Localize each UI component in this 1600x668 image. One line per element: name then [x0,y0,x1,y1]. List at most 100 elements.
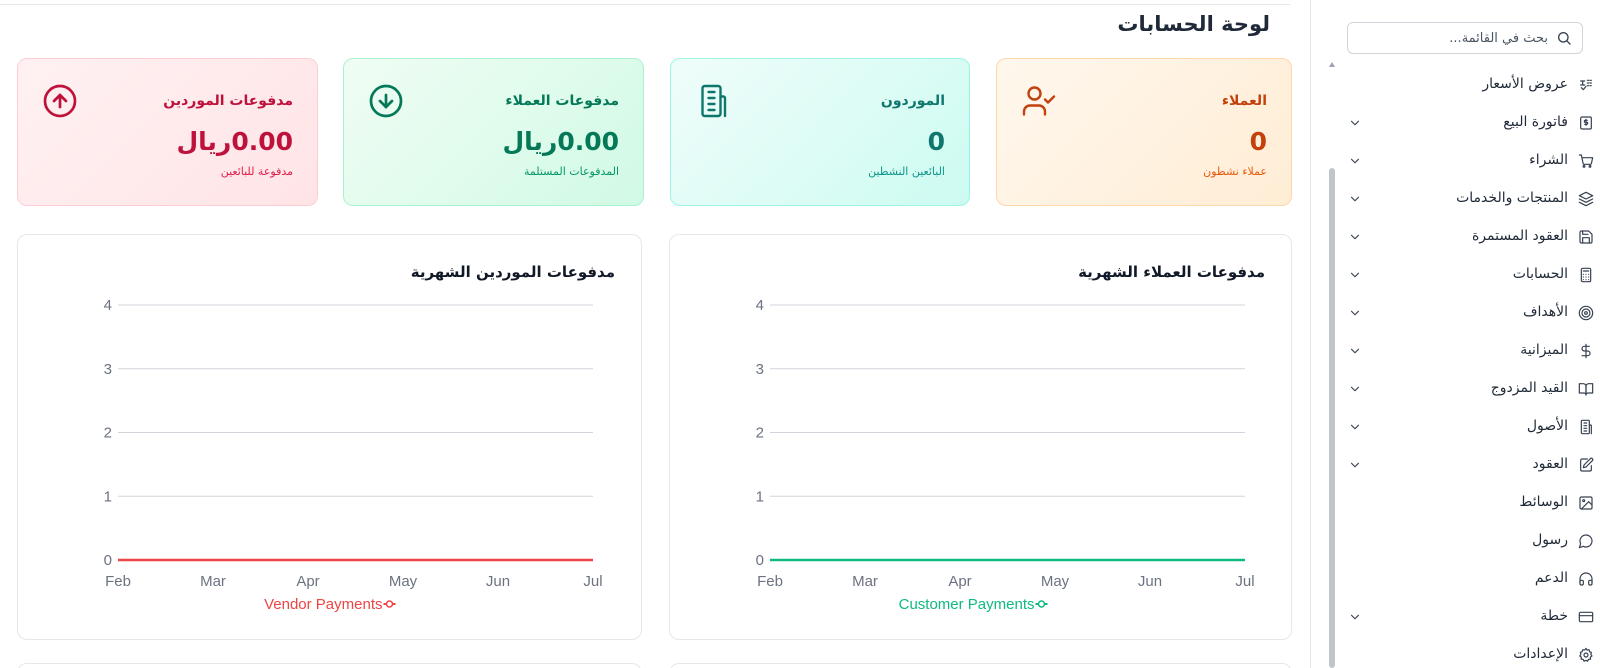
sidebar-item-label: العقود [1532,456,1568,472]
sidebar-item-label: الميزانية [1520,342,1568,358]
edit-document-icon [1578,457,1594,473]
sidebar-item-label: الحسابات [1512,266,1568,282]
vendor-payments-chart: 0 1 2 3 4 Feb Mar Apr May Jun Jul Vendor Payments [104,297,603,613]
vendor-payments-card[interactable]: مدفوعات الموردين 0.00ريال مدفوعة للبائعي… [17,58,318,206]
chevron-down-icon[interactable] [1348,344,1362,358]
image-icon [1578,495,1594,511]
sidebar-item[interactable]: فاتورة البيع [1340,104,1600,142]
settings-icon [1578,647,1594,663]
sidebar-item[interactable]: الحسابات [1340,256,1600,294]
invoice-icon [1578,115,1594,131]
customers-card-value: 0 [1249,127,1267,156]
vendor-payments-card-title: مدفوعات الموردين [163,93,293,109]
legend-marker [1037,600,1046,608]
chevron-down-icon[interactable] [1348,610,1362,624]
next-card-right [669,663,1292,668]
legend-label[interactable]: Vendor Payments [264,596,382,613]
chevron-down-icon[interactable] [1348,458,1362,472]
chevron-down-icon[interactable] [1348,116,1362,130]
chevron-down-icon[interactable] [1348,154,1362,168]
y-tick-label: 0 [104,552,112,569]
sidebar-nav: عروض الأسعار فاتورة البيع الشراء المنتجات و… [1340,66,1600,668]
sidebar-item[interactable]: العقود [1340,446,1600,484]
customers-card-title: العملاء [1221,93,1267,109]
book-icon [1578,381,1594,397]
customer-payments-card-subtitle: المدفوعات المستلمة [523,165,619,178]
sidebar-item[interactable]: القيد المزدوج [1340,370,1600,408]
y-tick-label: 2 [756,425,764,442]
vendors-card-subtitle: البائعين النشطين [868,165,945,178]
sidebar-item[interactable]: الشراء [1340,142,1600,180]
chevron-down-icon[interactable] [1348,268,1362,282]
arrow-up-circle-icon [42,83,78,119]
credit-card-icon [1578,609,1594,625]
x-tick-label: Jun [1138,573,1162,590]
quote-icon [1578,77,1594,93]
x-tick-label: Feb [757,573,783,590]
sidebar-item[interactable]: الأصول [1340,408,1600,446]
arrow-down-circle-icon [368,83,404,119]
x-tick-label: Feb [105,573,131,590]
sidebar-item[interactable]: الإعدادات [1340,636,1600,668]
vendor-payments-chart-card: مدفوعات الموردين الشهرية 0 1 2 3 4 Feb Mar Apr M… [17,234,642,640]
building-icon [1578,419,1594,435]
sidebar-search[interactable] [1347,22,1583,54]
sidebar-item-label: الأهداف [1522,304,1568,320]
sidebar-item[interactable]: الميزانية [1340,332,1600,370]
sidebar-item-label: الدعم [1534,570,1568,586]
sidebar-item-label: عروض الأسعار [1482,76,1568,92]
y-tick-label: 2 [104,425,112,442]
sidebar-item[interactable]: عروض الأسعار [1340,66,1600,104]
sidebar-item-label: فاتورة البيع [1503,114,1568,130]
chevron-down-icon[interactable] [1348,192,1362,206]
headphones-icon [1578,571,1594,587]
sidebar-item-label: الوسائط [1519,494,1568,510]
sidebar-scrollbar[interactable] [1329,168,1335,668]
dollar-icon [1578,343,1594,359]
sidebar-item[interactable]: الأهداف [1340,294,1600,332]
chevron-down-icon[interactable] [1348,382,1362,396]
x-tick-label: Jun [486,573,510,590]
main-content: لوحة الحسابات العملاء 0 عملاء نشطون المو… [0,0,1292,668]
sidebar-item[interactable]: الوسائط [1340,484,1600,522]
sidebar-item-label: العقود المستمرة [1471,228,1568,244]
scroll-up-arrow[interactable] [1329,62,1335,67]
customers-card[interactable]: العملاء 0 عملاء نشطون [996,58,1292,206]
sidebar-item[interactable]: العقود المستمرة [1340,218,1600,256]
sidebar-item-label: رسول [1532,532,1568,548]
target-icon [1578,305,1594,321]
x-tick-label: May [1041,573,1070,590]
customer-payments-chart-card: مدفوعات العملاء الشهرية 0 1 2 3 4 Feb Mar Apr Ma… [669,234,1292,640]
y-tick-label: 1 [756,488,764,505]
sidebar-item-label: الأصول [1526,418,1568,434]
x-tick-label: Apr [296,573,319,590]
customer-payments-card-value: 0.00ريال [502,127,619,156]
sidebar-item[interactable]: المنتجات والخدمات [1340,180,1600,218]
content-divider [1310,0,1311,668]
vendor-payments-card-subtitle: مدفوعة للبائعين [220,165,293,178]
customer-payments-chart: 0 1 2 3 4 Feb Mar Apr May Jun Jul Customer Payments [756,297,1255,613]
y-tick-label: 1 [104,488,112,505]
sidebar-search-input[interactable] [1358,23,1548,53]
y-tick-label: 0 [756,552,764,569]
legend-marker [385,600,394,608]
sidebar-item[interactable]: خطة [1340,598,1600,636]
y-tick-label: 4 [104,297,112,314]
legend-label[interactable]: Customer Payments [899,596,1035,613]
sidebar-item[interactable]: رسول [1340,522,1600,560]
vendor-payments-card-value: 0.00ريال [176,127,293,156]
chevron-down-icon[interactable] [1348,230,1362,244]
x-tick-label: Mar [200,573,226,590]
user-check-icon [1021,83,1057,119]
sidebar-item[interactable]: الدعم [1340,560,1600,598]
x-tick-label: Jul [583,573,602,590]
y-tick-label: 4 [756,297,764,314]
vendors-card[interactable]: الموردون 0 البائعين النشطين [670,58,970,206]
chevron-down-icon[interactable] [1348,420,1362,434]
sidebar-item-label: خطة [1540,608,1568,624]
cart-icon [1578,153,1594,169]
sidebar-item-label: الإعدادات [1513,646,1568,662]
message-icon [1578,533,1594,549]
chevron-down-icon[interactable] [1348,306,1362,320]
customer-payments-card[interactable]: مدفوعات العملاء 0.00ريال المدفوعات المست… [343,58,644,206]
